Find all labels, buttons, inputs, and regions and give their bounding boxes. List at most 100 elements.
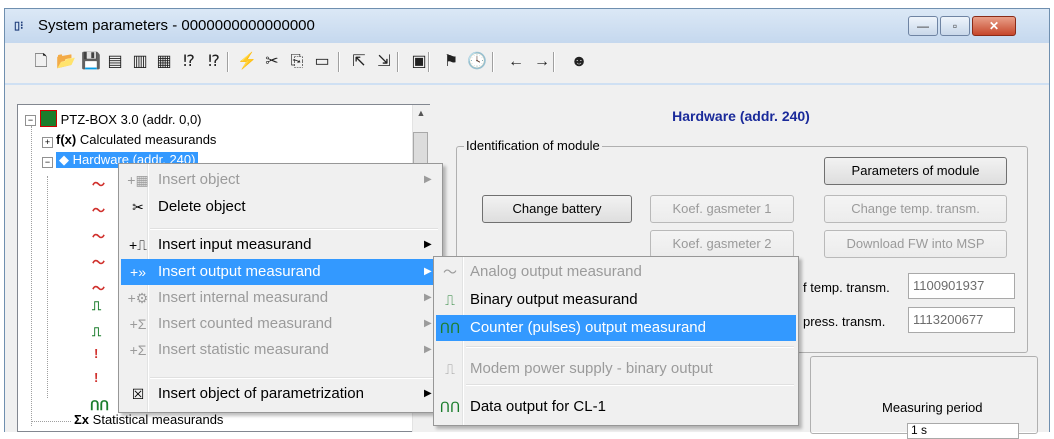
press-transm-field[interactable]: 1113200677 bbox=[908, 307, 1015, 333]
menu-item-icon: +Σ bbox=[129, 342, 147, 358]
tree-item-calculated[interactable]: f(x) Calculated measurands bbox=[56, 132, 216, 147]
menu-item-label: Insert internal measurand bbox=[158, 289, 329, 306]
maximize-button[interactable]: ▫ bbox=[940, 16, 970, 36]
close-button[interactable]: ✕ bbox=[972, 16, 1016, 36]
import-icon[interactable]: ⇲ bbox=[373, 50, 395, 74]
temp-transm-field[interactable]: 1100901937 bbox=[908, 273, 1015, 299]
submenu-item-label: Analog output measurand bbox=[470, 263, 642, 280]
doc-b-icon[interactable]: ▥ bbox=[129, 50, 151, 74]
device-icon bbox=[40, 110, 57, 127]
submenu-item-label: Data output for CL-1 bbox=[470, 398, 606, 415]
signal-icon[interactable]: ⚡ bbox=[236, 50, 258, 74]
submenu-item[interactable]: ⎍ Binary output measurand bbox=[445, 287, 638, 313]
menu-item-icon: +⎍ bbox=[129, 237, 147, 253]
collapse-icon[interactable]: − bbox=[42, 157, 53, 168]
context-menu-item[interactable]: +Σ Insert statistic measurand bbox=[130, 337, 329, 363]
menu-item-icon: +⚙ bbox=[127, 290, 149, 306]
download-fw-button[interactable]: Download FW into MSP bbox=[824, 230, 1007, 258]
change-battery-button[interactable]: Change battery bbox=[482, 195, 632, 223]
toolbar-separator bbox=[428, 52, 430, 72]
collapse-icon[interactable]: − bbox=[25, 115, 36, 126]
function-icon: f(x) bbox=[56, 132, 77, 147]
context-menu-item[interactable]: ☒ Insert object of parametrization bbox=[132, 381, 364, 407]
analog-measurand-icon: 〜 bbox=[92, 177, 106, 192]
context-menu-item[interactable]: +⚙ Insert internal measurand bbox=[128, 285, 329, 311]
submenu-arrow-icon: ▶ bbox=[424, 388, 432, 399]
submenu-item-icon: ՈՈ bbox=[439, 399, 461, 415]
tree-item-statistical[interactable]: Σx Statistical measurands bbox=[74, 412, 223, 427]
submenu-arrow-icon: ▶ bbox=[424, 239, 432, 250]
menu-item-icon: +» bbox=[130, 264, 146, 280]
alarm-measurand-icon: ! bbox=[94, 346, 99, 361]
koef-gasmeter-2-button[interactable]: Koef. gasmeter 2 bbox=[650, 230, 794, 258]
new-icon[interactable]: 🗋 bbox=[30, 50, 52, 74]
menu-item-icon: +Σ bbox=[129, 316, 147, 332]
app-icon: ▯⁝ bbox=[14, 20, 24, 32]
binary-measurand-icon: ⎍ bbox=[92, 298, 102, 313]
smiley-icon[interactable]: ☻ bbox=[568, 50, 590, 74]
context-menu-item[interactable]: +Σ Insert counted measurand bbox=[130, 311, 333, 337]
parameters-of-module-button[interactable]: Parameters of module bbox=[824, 157, 1007, 185]
scroll-up-icon[interactable]: ▲ bbox=[414, 108, 428, 124]
submenu-item[interactable]: ՈՈ Data output for CL-1 bbox=[440, 394, 606, 420]
cut-icon[interactable]: ✂ bbox=[261, 50, 283, 74]
open-icon[interactable]: 📂 bbox=[55, 50, 77, 74]
submenu-item[interactable]: 〜 Analog output measurand bbox=[443, 259, 642, 285]
menu-separator bbox=[150, 228, 438, 230]
submenu-item-label: Modem power supply - binary output bbox=[470, 360, 713, 377]
submenu-item[interactable]: ՈՈ Counter (pulses) output measurand bbox=[440, 315, 706, 341]
koef-gasmeter-1-button[interactable]: Koef. gasmeter 1 bbox=[650, 195, 794, 223]
press-transm-label: press. transm. bbox=[803, 314, 886, 329]
window-icon[interactable]: ▣ bbox=[408, 50, 430, 74]
menu-item-label: Insert object of parametrization bbox=[158, 385, 364, 402]
menu-separator bbox=[466, 384, 794, 386]
doc-c-icon[interactable]: ▦ bbox=[153, 50, 175, 74]
analog-measurand-icon: 〜 bbox=[92, 281, 106, 296]
analog-measurand-icon: 〜 bbox=[92, 203, 106, 218]
submenu-arrow-icon: ▶ bbox=[424, 292, 432, 303]
back-icon[interactable]: ← bbox=[505, 50, 527, 74]
paste-icon[interactable]: ▭ bbox=[311, 50, 333, 74]
context-menu-item[interactable]: +▦ Insert object bbox=[127, 167, 239, 193]
menu-item-label: Insert input measurand bbox=[158, 236, 312, 253]
save-icon[interactable]: 💾 bbox=[80, 50, 102, 74]
toolbar-separator bbox=[227, 52, 229, 72]
measuring-period-value: 1 s bbox=[911, 423, 928, 437]
forward-icon[interactable]: → bbox=[531, 50, 553, 74]
submenu-item[interactable]: ⎍ Modem power supply - binary output bbox=[445, 356, 713, 382]
toolbar-separator bbox=[553, 52, 555, 72]
alarm-measurand-icon: ! bbox=[94, 370, 99, 385]
tree-item-root[interactable]: PTZ-BOX 3.0 (addr. 0,0) bbox=[40, 110, 202, 127]
tree-item-calculated-label: Calculated measurands bbox=[79, 132, 217, 147]
help-icon[interactable]: ⚑ bbox=[440, 50, 462, 74]
menu-item-label: Insert counted measurand bbox=[158, 315, 333, 332]
toolbar-separator bbox=[397, 52, 399, 72]
submenu-arrow-icon: ▶ bbox=[424, 344, 432, 355]
temp-transm-label: f temp. transm. bbox=[803, 280, 890, 295]
chip-icon: ◆ bbox=[59, 152, 69, 167]
menu-item-label: Insert statistic measurand bbox=[158, 341, 329, 358]
submenu-item-icon: ⎍ bbox=[445, 361, 455, 377]
window-title: System parameters - 0000000000000000 bbox=[38, 17, 315, 34]
submenu-arrow-icon: ▶ bbox=[424, 318, 432, 329]
param-b-icon[interactable]: ⁉ bbox=[203, 50, 225, 74]
menu-item-icon: +▦ bbox=[127, 172, 149, 188]
submenu-arrow-icon: ▶ bbox=[424, 266, 432, 277]
copy-icon[interactable]: ⎘ bbox=[286, 50, 308, 74]
doc-a-icon[interactable]: ▤ bbox=[104, 50, 126, 74]
context-menu-item[interactable]: +» Insert output measurand bbox=[130, 259, 321, 285]
tree-guide-line bbox=[47, 176, 48, 398]
clock-icon[interactable]: 🕓 bbox=[466, 50, 488, 74]
change-temp-transm-button[interactable]: Change temp. transm. bbox=[824, 195, 1007, 223]
param-a-icon[interactable]: ⁉ bbox=[178, 50, 200, 74]
context-menu-item[interactable]: +⎍ Insert input measurand bbox=[129, 232, 312, 258]
expand-icon[interactable]: + bbox=[42, 137, 53, 148]
export-icon[interactable]: ⇱ bbox=[348, 50, 370, 74]
minimize-button[interactable]: — bbox=[908, 16, 938, 36]
sum-icon: Σx bbox=[74, 412, 90, 427]
context-menu-item[interactable]: ✂ Delete object bbox=[132, 194, 246, 220]
analog-measurand-icon: 〜 bbox=[92, 229, 106, 244]
measuring-period-label: Measuring period bbox=[882, 400, 983, 415]
measuring-period-select[interactable]: 1 s bbox=[907, 423, 1019, 439]
menu-item-label: Delete object bbox=[158, 198, 246, 215]
